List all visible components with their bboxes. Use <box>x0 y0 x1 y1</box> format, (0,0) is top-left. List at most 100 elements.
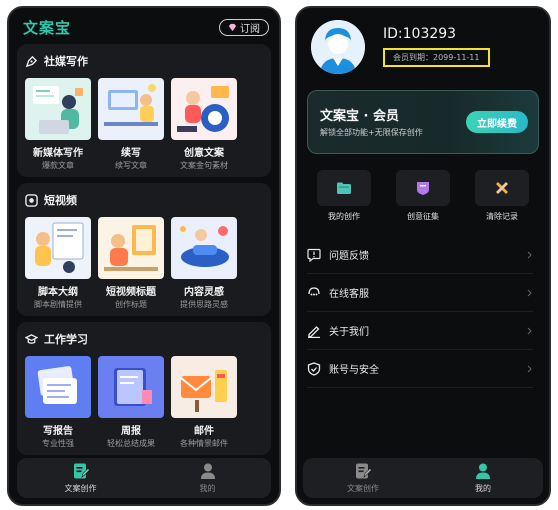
chevron-right-icon <box>527 327 532 334</box>
quick-action-idea-collection[interactable]: 创意征集 <box>390 170 456 226</box>
section-short-video: 短视频 脚本大纲 脚本剧情提供 短视频标题 创作标题 内容灵感 提供思路灵感 <box>17 183 271 316</box>
content-scroll[interactable]: 社媒写作 新媒体写作 爆款文章 续写 续写文章 创意文案 文案金句素材 短视频 … <box>17 44 271 460</box>
illustration-weekly-book <box>98 356 164 418</box>
illustration-script-thinker <box>25 217 91 279</box>
quick-action-my-creations[interactable]: 我的创作 <box>311 170 377 226</box>
section-title: 工作学习 <box>44 333 88 346</box>
pen-nib-icon <box>25 55 38 67</box>
subscribe-label: 订阅 <box>240 23 260 35</box>
membership-card[interactable]: 文案宝 · 会员 解锁全部功能+无限保存创作 立即续费 <box>307 90 539 154</box>
edit-icon <box>308 325 320 338</box>
quick-actions: 我的创作 创意征集 清除记录 <box>311 170 535 226</box>
membership-title: 文案宝 · 会员 <box>320 109 399 124</box>
section-title: 短视频 <box>44 194 77 207</box>
quick-action-label: 我的创作 <box>328 212 360 221</box>
card-weekly-report[interactable]: 周报 轻松总结成果 <box>98 356 164 449</box>
quick-action-clear-records[interactable]: 清除记录 <box>469 170 535 226</box>
user-id: ID:103293 <box>383 26 457 42</box>
profile-screen: ID:103293 会员到期：2099-11-11 文案宝 · 会员 解锁全部功… <box>295 6 551 506</box>
section-header: 短视频 <box>25 189 263 211</box>
nav-label: 我的 <box>199 484 216 493</box>
app-title: 文案宝 <box>23 18 72 37</box>
menu-item-customer-service[interactable]: 在线客服 <box>307 274 533 312</box>
card-subtitle: 提供思路灵感 <box>180 300 228 309</box>
renew-button[interactable]: 立即续费 <box>466 111 528 133</box>
quick-action-label: 清除记录 <box>486 212 518 221</box>
section-header: 社媒写作 <box>25 50 263 72</box>
card-title: 邮件 <box>194 426 214 437</box>
clear-icon <box>496 182 508 194</box>
card-title: 写报告 <box>43 426 73 437</box>
card-title: 周报 <box>121 426 141 437</box>
card-continue-writing[interactable]: 续写 续写文章 <box>98 78 164 171</box>
nav-label: 我的 <box>475 484 491 493</box>
avatar[interactable] <box>311 20 365 74</box>
graduation-cap-icon <box>25 333 38 344</box>
chevron-right-icon <box>527 289 532 296</box>
card-subtitle: 文案金句素材 <box>180 161 228 170</box>
member-expiry-date: 会员到期：2099-11-11 <box>383 48 490 67</box>
nav-tab-copywriting[interactable]: 文案创作 <box>303 458 423 498</box>
card-new-media-writing[interactable]: 新媒体写作 爆款文章 <box>25 78 91 171</box>
card-creative-copy[interactable]: 创意文案 文案金句素材 <box>171 78 237 171</box>
nav-label: 文案创作 <box>347 484 379 493</box>
card-write-report[interactable]: 写报告 专业性强 <box>25 356 91 449</box>
app-header: 文案宝 订阅 <box>23 16 269 38</box>
quick-action-label: 创意征集 <box>407 212 439 221</box>
menu-item-about-us[interactable]: 关于我们 <box>307 312 533 350</box>
section-header: 工作学习 <box>25 328 263 350</box>
video-icon <box>25 193 38 207</box>
card-email[interactable]: 邮件 各种情景邮件 <box>171 356 237 449</box>
card-subtitle: 续写文章 <box>115 161 147 170</box>
card-subtitle: 轻松总结成果 <box>107 439 155 448</box>
card-content-inspiration[interactable]: 内容灵感 提供思路灵感 <box>171 217 237 310</box>
membership-description: 解锁全部功能+无限保存创作 <box>320 128 423 137</box>
shield-badge-icon <box>417 182 429 195</box>
chevron-right-icon <box>527 251 532 258</box>
menu-label: 在线客服 <box>329 289 369 300</box>
card-short-video-title[interactable]: 短视频标题 创作标题 <box>98 217 164 310</box>
bottom-nav: 文案创作 我的 <box>303 458 543 498</box>
illustration-mailbox <box>171 356 237 418</box>
folder-icon <box>337 182 351 194</box>
menu-label: 问题反馈 <box>329 251 369 262</box>
card-title: 新媒体写作 <box>33 148 83 159</box>
menu-label: 关于我们 <box>329 327 369 338</box>
menu-item-account-security[interactable]: 账号与安全 <box>307 350 533 388</box>
writing-screen: 文案宝 订阅 社媒写作 新媒体写作 爆款文章 续写 续写文章 创意文案 文案金句… <box>7 6 281 506</box>
card-subtitle: 爆款文章 <box>42 161 74 170</box>
illustration-woman-laptop <box>25 78 91 140</box>
illustration-creative-tools <box>171 78 237 140</box>
nav-tab-copywriting[interactable]: 文案创作 <box>17 458 144 498</box>
card-subtitle: 专业性强 <box>42 439 74 448</box>
card-title: 脚本大纲 <box>38 287 78 298</box>
edit-document-icon <box>73 463 90 479</box>
subscribe-button[interactable]: 订阅 <box>219 18 269 36</box>
card-subtitle: 脚本剧情提供 <box>34 300 82 309</box>
settings-menu: 问题反馈 在线客服 关于我们 账号与安全 <box>307 236 533 388</box>
section-social-writing: 社媒写作 新媒体写作 爆款文章 续写 续写文章 创意文案 文案金句素材 <box>17 44 271 177</box>
edit-document-icon <box>356 463 372 479</box>
diamond-icon <box>228 23 237 31</box>
card-script-outline[interactable]: 脚本大纲 脚本剧情提供 <box>25 217 91 310</box>
customer-service-icon <box>308 286 320 295</box>
illustration-desk-writer <box>98 78 164 140</box>
card-title: 短视频标题 <box>106 287 156 298</box>
illustration-report-docs <box>25 356 91 418</box>
profile-header: ID:103293 会员到期：2099-11-11 <box>311 20 539 76</box>
card-title: 续写 <box>121 148 141 159</box>
menu-label: 账号与安全 <box>329 365 379 376</box>
feedback-icon <box>307 248 321 262</box>
user-icon <box>476 463 490 479</box>
illustration-reader-books <box>98 217 164 279</box>
card-subtitle: 各种情景邮件 <box>180 439 228 448</box>
card-subtitle: 创作标题 <box>115 300 147 309</box>
shield-check-icon <box>307 361 321 376</box>
section-title: 社媒写作 <box>44 55 88 68</box>
nav-tab-mine[interactable]: 我的 <box>144 458 271 498</box>
menu-item-feedback[interactable]: 问题反馈 <box>307 236 533 274</box>
bottom-nav: 文案创作 我的 <box>17 458 271 498</box>
section-work-study: 工作学习 写报告 专业性强 周报 轻松总结成果 邮件 各种情景邮件 <box>17 322 271 455</box>
nav-tab-mine[interactable]: 我的 <box>423 458 543 498</box>
nav-label: 文案创作 <box>64 484 97 493</box>
